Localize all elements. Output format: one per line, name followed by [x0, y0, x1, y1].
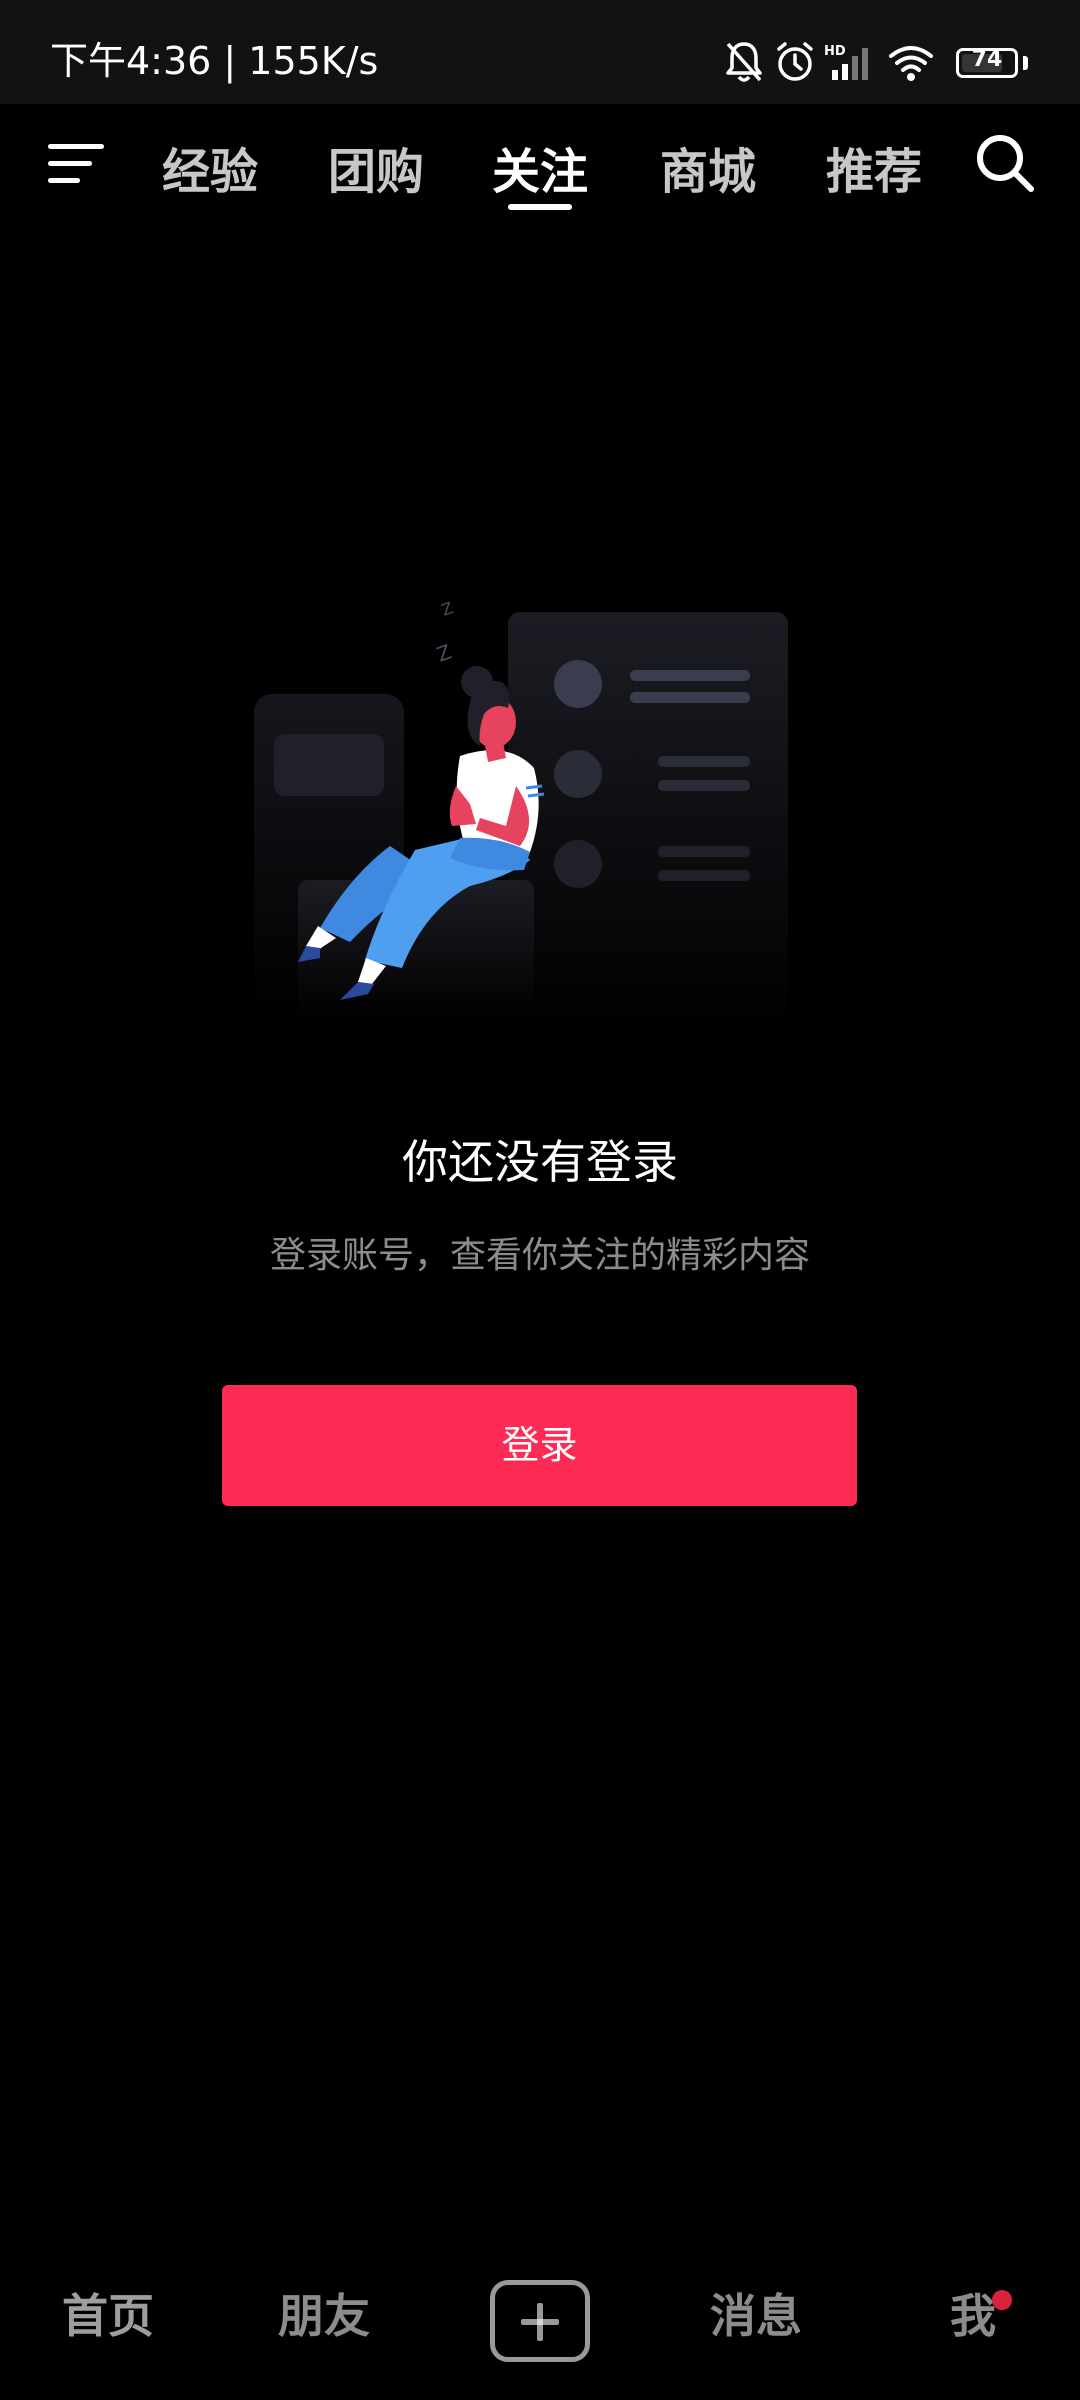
- tab-experience[interactable]: 经验: [162, 132, 258, 202]
- alarm-icon: [777, 42, 813, 81]
- create-post-button[interactable]: [490, 2280, 590, 2362]
- bottom-nav-me[interactable]: 我: [950, 2280, 996, 2346]
- login-button[interactable]: 登录: [222, 1385, 857, 1506]
- tab-following[interactable]: 关注: [492, 132, 588, 202]
- empty-state-illustration: Z Z: [254, 598, 788, 1020]
- mute-icon: [726, 42, 762, 82]
- signal-icon: HD: [824, 44, 868, 80]
- search-icon[interactable]: [974, 132, 1036, 194]
- menu-icon[interactable]: [48, 142, 104, 186]
- empty-state-title: 你还没有登录: [402, 1135, 678, 1189]
- active-tab-indicator: [508, 204, 572, 210]
- tab-group-buy[interactable]: 团购: [328, 132, 424, 202]
- bottom-nav-messages[interactable]: 消息: [710, 2280, 802, 2346]
- svg-text:Z: Z: [434, 639, 455, 666]
- notification-dot: [992, 2290, 1012, 2310]
- bottom-nav: 首页 朋友 消息 我: [0, 2260, 1080, 2400]
- wifi-icon: [889, 46, 933, 81]
- battery-icon: 74: [956, 47, 1018, 78]
- battery-tip: [1023, 56, 1028, 70]
- status-bar: 下午4:36 | 155K/s HD 74: [0, 0, 1080, 104]
- svg-text:HD: HD: [824, 44, 846, 59]
- svg-text:Z: Z: [439, 598, 456, 620]
- tab-recommend[interactable]: 推荐: [826, 132, 922, 202]
- battery-level: 74: [971, 47, 1003, 72]
- tab-mall[interactable]: 商城: [660, 132, 756, 202]
- empty-state-subtitle: 登录账号，查看你关注的精彩内容: [269, 1235, 810, 1276]
- top-nav: 经验 团购 关注 商城 推荐: [0, 104, 1080, 222]
- bottom-nav-friends[interactable]: 朋友: [278, 2280, 370, 2346]
- bottom-nav-home[interactable]: 首页: [62, 2280, 154, 2346]
- status-time: 下午4:36 | 155K/s: [50, 39, 379, 83]
